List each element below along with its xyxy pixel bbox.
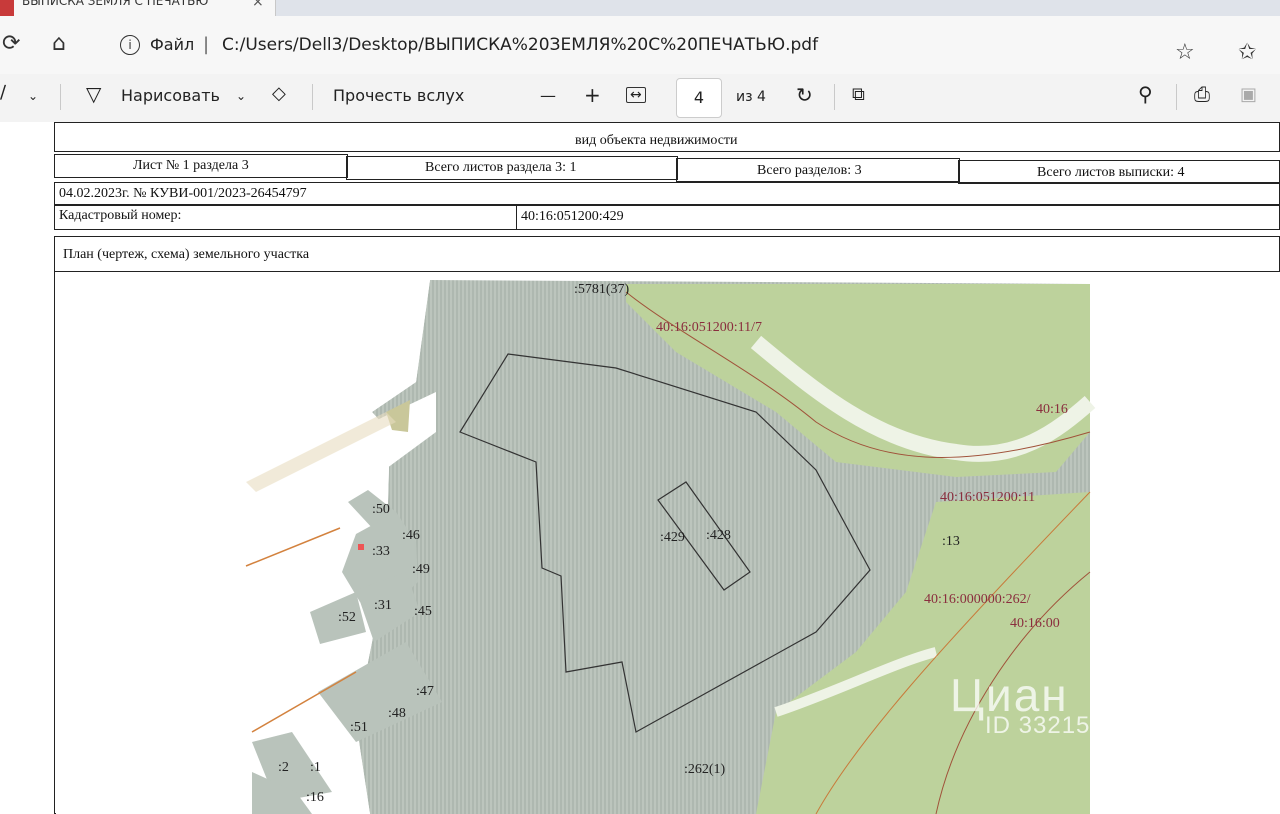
search-icon[interactable]: ⚲ xyxy=(1138,82,1153,106)
url-text[interactable]: C:/Users/Dell3/Desktop/ВЫПИСКА%20ЗЕМЛЯ%2… xyxy=(222,35,818,55)
pdf-tab[interactable]: ВЫПИСКА ЗЕМЛЯ С ПЕЧАТЬЮ × xyxy=(0,0,276,16)
object-type-header: вид объекта недвижимости xyxy=(54,122,1280,152)
draw-dropdown-icon[interactable]: ⌄ xyxy=(236,89,246,103)
date-number: 04.02.2023г. № КУВИ-001/2023-26454797 xyxy=(59,186,307,201)
draw-button[interactable]: Нарисовать xyxy=(121,86,220,105)
file-label: Файл xyxy=(150,35,195,54)
map-label-262-1: :262(1) xyxy=(684,762,726,777)
map-label-31: :31 xyxy=(374,598,392,613)
map-label-428: :428 xyxy=(706,528,731,543)
map-label-48: :48 xyxy=(388,706,406,721)
cadastral-number-cell: 40:16:051200:429 xyxy=(516,206,1280,230)
map-label-4016-00: 40:16:00 xyxy=(1010,616,1060,631)
rotate-icon[interactable]: ↻ xyxy=(796,83,813,107)
plan-title: План (чертеж, схема) земельного участка xyxy=(63,247,310,262)
pdf-toolbar: ∕ ⌄ ▽ Нарисовать ⌄ ◇ Прочесть вслух — + … xyxy=(0,74,1280,123)
map-label-40-16: 40:16 xyxy=(1036,402,1068,417)
print-icon[interactable]: ⎙ xyxy=(1194,82,1210,106)
map-label-49: :49 xyxy=(412,562,430,577)
highlight-dropdown-icon[interactable]: ⌄ xyxy=(28,89,38,103)
map-label-45: :45 xyxy=(414,604,432,619)
watermark-id: ID 332158892 xyxy=(985,712,1148,739)
refresh-icon[interactable]: ⟳ xyxy=(2,30,20,58)
save-icon[interactable]: ▣ xyxy=(1240,84,1257,105)
map-label-33: :33 xyxy=(372,544,390,559)
favorites-icon[interactable]: ✩ xyxy=(1238,40,1256,65)
map-label-52: :52 xyxy=(338,610,356,625)
map-label-2: :2 xyxy=(278,760,289,775)
pdf-icon xyxy=(0,0,14,16)
draw-icon[interactable]: ▽ xyxy=(86,82,101,106)
info-icon[interactable]: i xyxy=(120,35,140,55)
total-sections: Всего разделов: 3 xyxy=(757,163,862,178)
highlight-icon[interactable]: ∕ xyxy=(0,82,6,103)
sheet-cell: Лист № 1 раздела 3 xyxy=(54,154,348,178)
page-view-icon[interactable]: ⧉ xyxy=(852,84,865,105)
add-favorite-icon[interactable]: ☆ xyxy=(1175,40,1195,65)
address-bar[interactable]: i Файл | C:/Users/Dell3/Desktop/ВЫПИСКА%… xyxy=(100,28,1160,62)
tab-title: ВЫПИСКА ЗЕМЛЯ С ПЕЧАТЬЮ xyxy=(22,0,209,8)
map-label-51: :51 xyxy=(350,720,368,735)
toolbar-divider xyxy=(312,84,313,110)
sheet-label: Лист № 1 раздела 3 xyxy=(133,158,249,173)
page-number-input[interactable]: 4 xyxy=(676,78,722,118)
map-label-11-7: 40:16:051200:11/7 xyxy=(656,320,763,335)
sheets-in-section: Всего листов раздела 3: 1 xyxy=(425,160,577,175)
zoom-in-button[interactable]: + xyxy=(584,83,601,107)
total-sheets-cell: Всего листов выписки: 4 xyxy=(958,160,1280,184)
map-label-13: :13 xyxy=(942,534,960,549)
toolbar-divider xyxy=(1176,84,1177,110)
map-label-5781: :5781(37) xyxy=(574,282,630,297)
home-icon[interactable]: ⌂ xyxy=(52,30,66,58)
map-label-47: :47 xyxy=(416,684,434,699)
read-aloud-button[interactable]: Прочесть вслух xyxy=(333,86,464,105)
zoom-out-button[interactable]: — xyxy=(540,86,556,105)
tab-strip: ВЫПИСКА ЗЕМЛЯ С ПЕЧАТЬЮ × xyxy=(0,0,1280,16)
sheets-in-section-cell: Всего листов раздела 3: 1 xyxy=(346,156,678,180)
total-sheets: Всего листов выписки: 4 xyxy=(1037,165,1185,180)
separator: | xyxy=(203,34,210,55)
total-sections-cell: Всего разделов: 3 xyxy=(676,158,960,182)
toolbar-divider xyxy=(60,84,61,110)
map-label-1: :1 xyxy=(310,760,321,775)
map-label-50: :50 xyxy=(372,502,390,517)
date-number-row: 04.02.2023г. № КУВИ-001/2023-26454797 xyxy=(54,182,1280,206)
map-label-46: :46 xyxy=(402,528,420,543)
fit-page-icon[interactable]: ↔ xyxy=(626,87,646,103)
cadastral-number: 40:16:051200:429 xyxy=(521,209,624,224)
marker-dot xyxy=(358,544,364,550)
map-label-262: 40:16:000000:262/ xyxy=(924,592,1031,607)
cadastral-label: Кадастровый номер: xyxy=(59,208,182,223)
eraser-icon[interactable]: ◇ xyxy=(272,83,286,104)
close-tab-icon[interactable]: × xyxy=(252,0,264,10)
object-type-text: вид объекта недвижимости xyxy=(575,133,738,148)
map-label-429: :429 xyxy=(660,530,685,545)
address-bar-row: ⟳ ⌂ i Файл | C:/Users/Dell3/Desktop/ВЫПИ… xyxy=(0,16,1280,74)
toolbar-divider xyxy=(834,84,835,110)
plan-title-row: План (чертеж, схема) земельного участка xyxy=(54,236,1280,272)
map-label-16: :16 xyxy=(306,790,324,805)
page-total: из 4 xyxy=(736,89,766,105)
map-label-11: 40:16:051200:11 xyxy=(940,490,1036,505)
